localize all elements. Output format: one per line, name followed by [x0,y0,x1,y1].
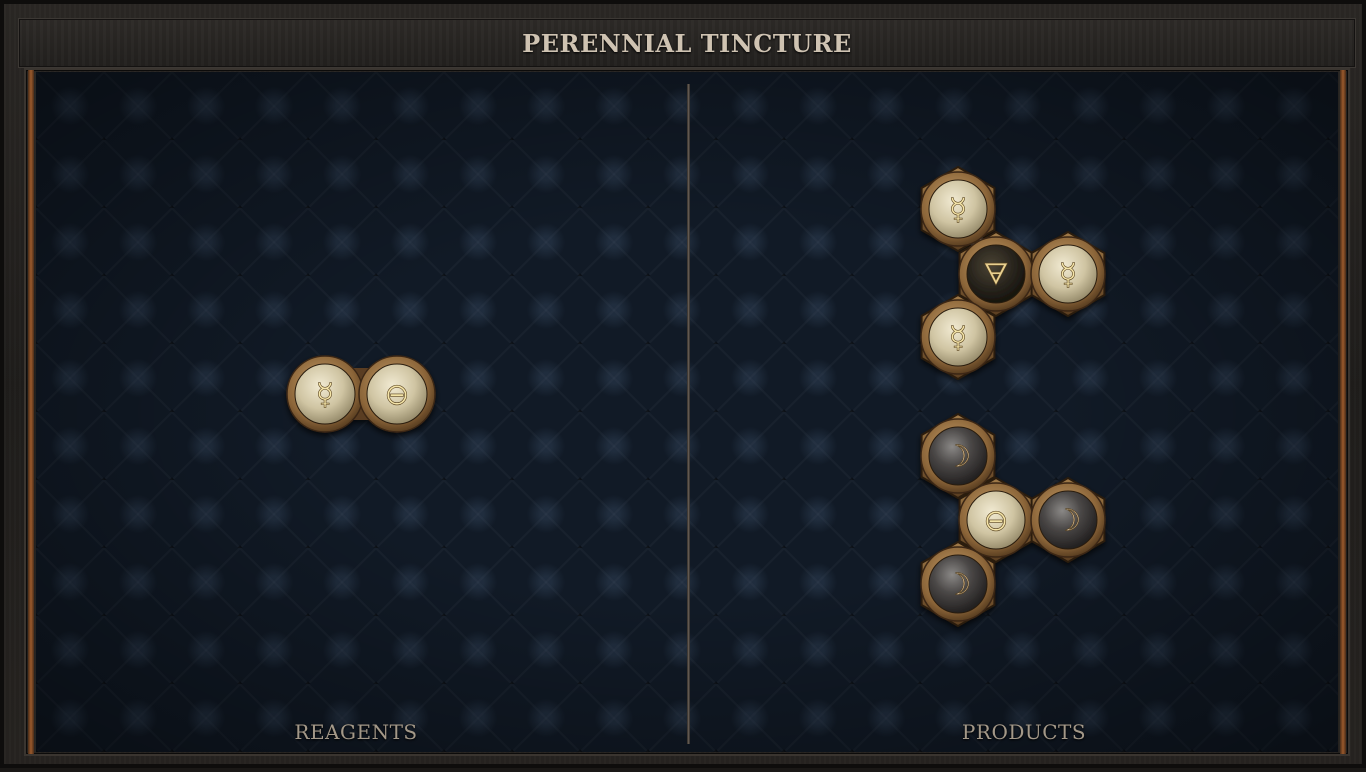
molecule-board: REAGENTS PRODUCTS [24,68,1350,756]
game-frame: PERENNIAL TINCTURE REAGENTS PRODUCTS ☿ ⊖… [0,0,1366,768]
quintessence-glyph-icon: 🜃 [983,258,1009,293]
atom-quicksilver[interactable]: ☿ [920,299,996,375]
panel-divider [687,84,690,744]
title-bar: PERENNIAL TINCTURE [18,18,1356,68]
atom-salt[interactable]: ⊖ [358,355,436,433]
silver-glyph-icon: ☽ [945,440,972,475]
puzzle-title: PERENNIAL TINCTURE [522,28,852,58]
atom-silver[interactable]: ☽ [1030,482,1106,558]
quicksilver-glyph-icon: ☿ [1059,258,1077,293]
salt-glyph-icon: ⊖ [983,504,1008,539]
atom-quicksilver[interactable]: ☿ [286,355,364,433]
atom-quintessence[interactable]: 🜃 [958,236,1034,312]
salt-glyph-icon: ⊖ [384,378,409,413]
silver-glyph-icon: ☽ [1055,504,1082,539]
quicksilver-glyph-icon: ☿ [949,193,967,228]
left-copper-rail [28,70,34,754]
quicksilver-glyph-icon: ☿ [316,378,334,413]
reagents-label: REAGENTS [294,720,418,744]
atom-salt[interactable]: ⊖ [958,482,1034,558]
right-copper-rail [1340,70,1346,754]
products-label: PRODUCTS [961,720,1087,744]
atom-quicksilver[interactable]: ☿ [920,171,996,247]
atom-quicksilver[interactable]: ☿ [1030,236,1106,312]
quicksilver-glyph-icon: ☿ [949,321,967,356]
atom-silver[interactable]: ☽ [920,546,996,622]
atom-silver[interactable]: ☽ [920,418,996,494]
silver-glyph-icon: ☽ [945,568,972,603]
